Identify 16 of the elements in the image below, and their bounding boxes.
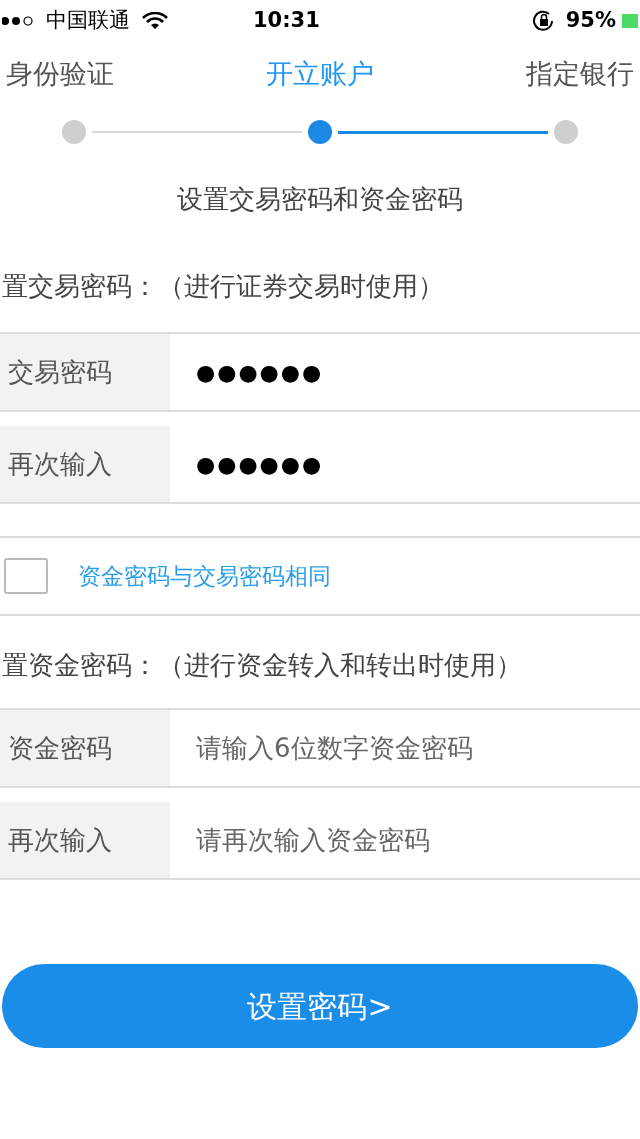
checkbox[interactable] (4, 558, 48, 594)
clock: 10:31 (253, 7, 320, 35)
field-label: 交易密码 (0, 334, 170, 410)
section-heading: 设置交易密码和资金密码 (176, 183, 464, 216)
field-label: 资金密码 (0, 710, 170, 786)
battery-icon (622, 12, 638, 30)
carrier: 中国联通 (46, 7, 130, 35)
wifi-icon (142, 12, 168, 30)
step-tab[interactable]: 身份验证 (6, 53, 114, 95)
field-label: 再次输入 (0, 802, 170, 878)
field-label: 再次输入 (0, 426, 170, 502)
section-label: 置交易密码：（进行证券交易时使用） (1, 270, 445, 303)
rotation-lock-icon (531, 10, 556, 32)
step-tab[interactable]: 指定银行 (526, 53, 634, 95)
battery-percent: 95% (565, 7, 616, 35)
section-label: 置资金密码：（进行资金转入和转出时使用） (1, 649, 523, 682)
